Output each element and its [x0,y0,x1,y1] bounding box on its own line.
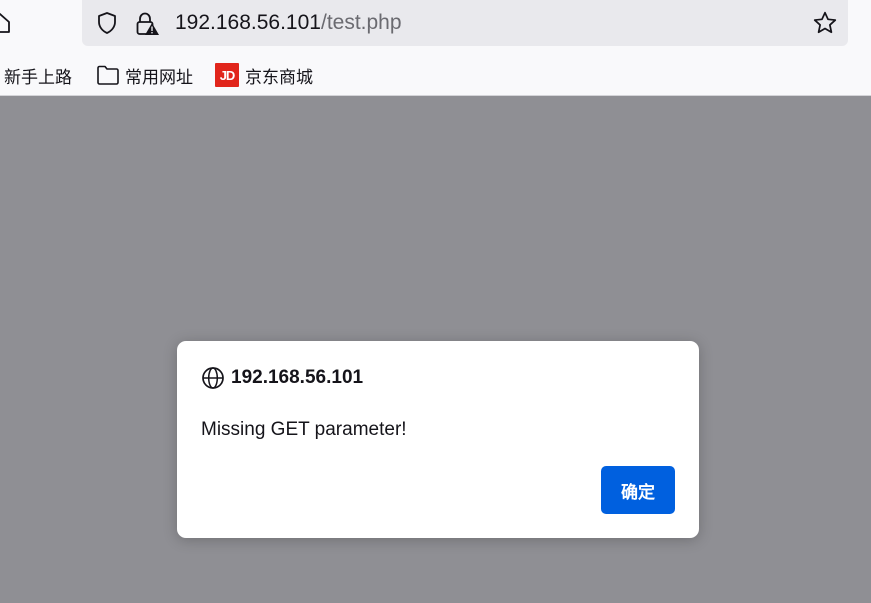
bookmark-star-icon[interactable] [812,10,838,36]
dialog-message: Missing GET parameter! [201,419,407,440]
dialog-origin: 192.168.56.101 [231,367,364,388]
jd-favicon-icon: JD [215,63,239,87]
url-host: 192.168.56.101 [175,11,321,34]
globe-icon [202,367,224,389]
bookmark-label: 新手上路 [4,67,72,88]
folder-icon [97,65,119,85]
address-bar[interactable]: 192.168.56.101/test.php [82,0,848,46]
ok-button[interactable]: 确定 [601,466,675,514]
bookmark-label: 京东商城 [245,67,313,88]
url-text[interactable]: 192.168.56.101/test.php [175,9,402,37]
lock-warning-icon[interactable] [134,11,160,37]
bookmark-label: 常用网址 [125,67,193,88]
bookmark-item-getting-started[interactable]: 新手上路 [4,62,72,88]
url-path: /test.php [320,11,402,34]
bookmark-item-common-sites[interactable]: 常用网址 [96,62,193,88]
bookmark-item-jd[interactable]: JD 京东商城 [215,62,313,88]
shield-icon[interactable] [95,11,119,35]
alert-dialog: 192.168.56.101 Missing GET parameter! 确定 [177,341,699,538]
browser-toolbar: 192.168.56.101/test.php [0,0,871,56]
bookmarks-toolbar: 新手上路 常用网址 JD 京东商城 [0,56,871,96]
home-icon[interactable] [0,11,12,35]
